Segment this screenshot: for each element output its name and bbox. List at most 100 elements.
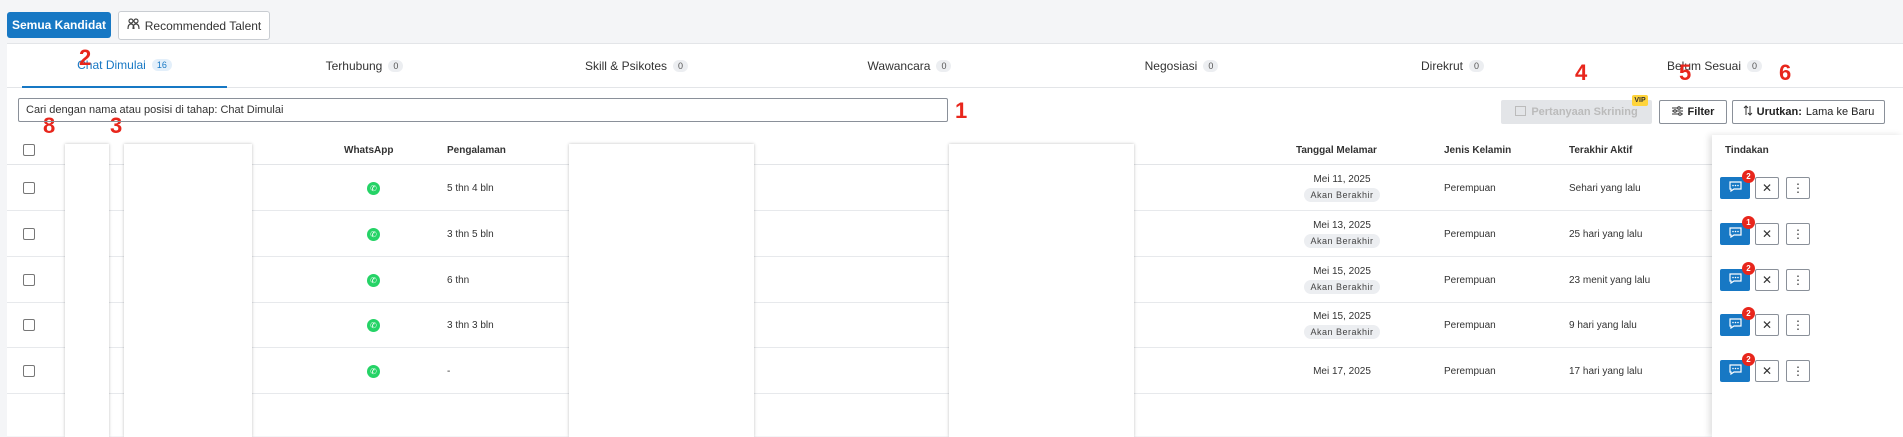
row-checkbox-cell [23, 302, 35, 348]
tab-count: 0 [1203, 60, 1219, 72]
sort-icon [1743, 105, 1753, 119]
whatsapp-cell: ✆ [367, 257, 380, 303]
chat-notification-badge: 2 [1742, 307, 1755, 320]
tab-count: 0 [1747, 60, 1763, 72]
column-last-active: Terakhir Aktif [1569, 144, 1633, 156]
applied-date: Mei 11, 2025 [1313, 174, 1371, 185]
marker-4: 4 [1575, 60, 1588, 85]
marker-6: 6 [1779, 60, 1792, 85]
row-checkbox[interactable] [23, 365, 35, 377]
tab-count: 0 [673, 60, 689, 72]
whatsapp-cell: ✆ [367, 348, 380, 394]
candidates-panel: Chat Dimulai 16 Terhubung 0 Skill & Psik… [7, 43, 1903, 437]
gender-cell: Perempuan [1444, 319, 1496, 331]
recommended-talent-button[interactable]: Recommended Talent [118, 11, 270, 40]
marker-5: 5 [1679, 60, 1692, 85]
search-input[interactable]: Cari dengan nama atau posisi di tahap: C… [18, 98, 948, 122]
row-checkbox-cell [23, 211, 35, 257]
gender-cell: Perempuan [1444, 228, 1496, 240]
row-checkbox-cell [23, 165, 35, 211]
tab-chat-dimulai[interactable]: Chat Dimulai 16 [22, 44, 227, 88]
tab-negosiasi[interactable]: Negosiasi 0 [1079, 44, 1284, 88]
search-input-text: Cari dengan nama atau posisi di tahap: C… [26, 104, 284, 116]
whatsapp-icon[interactable]: ✆ [367, 318, 380, 332]
chat-notification-badge: 2 [1742, 262, 1755, 275]
tab-label: Wawancara [867, 59, 931, 73]
column-gender: Jenis Kelamin [1444, 144, 1512, 156]
whatsapp-icon[interactable]: ✆ [367, 273, 380, 287]
experience-cell: 3 thn 3 bln [447, 319, 494, 331]
row-checkbox[interactable] [23, 274, 35, 286]
whatsapp-cell: ✆ [367, 211, 380, 257]
chat-icon [1728, 179, 1742, 197]
marker-2: 2 [79, 45, 92, 70]
row-checkbox[interactable] [23, 228, 35, 240]
reject-button[interactable]: ✕ [1755, 177, 1779, 199]
redacted-name-column [124, 144, 252, 437]
column-whatsapp: WhatsApp [344, 144, 394, 156]
applied-date: Mei 17, 2025 [1313, 365, 1371, 377]
more-options-button[interactable]: ⋮ [1786, 360, 1810, 382]
screening-questions-label: Pertanyaan Skrining [1531, 106, 1638, 118]
whatsapp-cell: ✆ [367, 302, 380, 348]
tab-wawancara[interactable]: Wawancara 0 [807, 44, 1012, 88]
applied-date-cell: Mei 13, 2025 Akan Berakhir [1282, 211, 1402, 257]
last-active-cell: 23 menit yang lalu [1569, 274, 1651, 286]
select-all-checkbox-cell [23, 135, 35, 165]
reject-button[interactable]: ✕ [1755, 223, 1779, 245]
last-active-cell: 9 hari yang lalu [1569, 319, 1637, 331]
filter-label: Filter [1687, 106, 1715, 118]
tab-skill-psikotes[interactable]: Skill & Psikotes 0 [534, 44, 739, 88]
expiry-badge: Akan Berakhir [1304, 234, 1380, 248]
chat-notification-badge: 2 [1742, 170, 1755, 183]
select-all-checkbox[interactable] [23, 144, 35, 156]
whatsapp-icon[interactable]: ✆ [367, 181, 380, 195]
expiry-badge: Akan Berakhir [1304, 188, 1380, 202]
close-icon: ✕ [1761, 227, 1773, 241]
applied-date: Mei 15, 2025 [1313, 311, 1371, 322]
more-vertical-icon: ⋮ [1792, 227, 1804, 241]
all-candidates-button[interactable]: Semua Kandidat [7, 12, 111, 38]
row-checkbox-cell [23, 257, 35, 303]
whatsapp-icon[interactable]: ✆ [367, 364, 380, 378]
more-options-button[interactable]: ⋮ [1786, 177, 1810, 199]
tab-label: Direkrut [1420, 59, 1463, 73]
whatsapp-cell: ✆ [367, 165, 380, 211]
applied-date: Mei 13, 2025 [1313, 220, 1371, 231]
sort-button[interactable]: Urutkan: Lama ke Baru [1732, 100, 1885, 124]
more-vertical-icon: ⋮ [1792, 273, 1804, 287]
last-active-cell: Sehari yang lalu [1569, 182, 1641, 194]
whatsapp-icon[interactable]: ✆ [367, 227, 380, 241]
tab-direkrut[interactable]: Direkrut 0 [1350, 44, 1555, 88]
more-options-button[interactable]: ⋮ [1786, 314, 1810, 336]
row-checkbox[interactable] [23, 319, 35, 331]
stage-tabs: Chat Dimulai 16 Terhubung 0 Skill & Psik… [7, 44, 1903, 88]
redacted-photo-column [65, 144, 109, 437]
tab-label: Skill & Psikotes [584, 59, 667, 73]
chat-icon [1728, 316, 1742, 334]
close-icon: ✕ [1761, 273, 1773, 287]
gender-cell: Perempuan [1444, 365, 1496, 377]
sort-value: Lama ke Baru [1805, 106, 1875, 118]
applied-date: Mei 15, 2025 [1313, 266, 1371, 277]
reject-button[interactable]: ✕ [1755, 314, 1779, 336]
chat-icon [1728, 225, 1742, 243]
column-applied-date: Tanggal Melamar [1296, 144, 1377, 156]
marker-1: 1 [955, 98, 968, 123]
row-checkbox[interactable] [23, 182, 35, 194]
tab-count: 0 [1469, 60, 1485, 72]
more-options-button[interactable]: ⋮ [1786, 223, 1810, 245]
tab-terhubung[interactable]: Terhubung 0 [262, 44, 467, 88]
row-checkbox-cell [23, 348, 35, 394]
more-options-button[interactable]: ⋮ [1786, 269, 1810, 291]
screening-questions-button[interactable]: Pertanyaan Skrining [1501, 100, 1652, 124]
reject-button[interactable]: ✕ [1755, 360, 1779, 382]
close-icon: ✕ [1761, 181, 1773, 195]
reject-button[interactable]: ✕ [1755, 269, 1779, 291]
filter-button[interactable]: Filter [1659, 100, 1727, 124]
chat-notification-badge: 2 [1742, 353, 1755, 366]
more-vertical-icon: ⋮ [1792, 318, 1804, 332]
tab-count: 0 [388, 60, 404, 72]
vip-badge: VIP [1632, 95, 1648, 106]
gender-cell: Perempuan [1444, 274, 1496, 286]
